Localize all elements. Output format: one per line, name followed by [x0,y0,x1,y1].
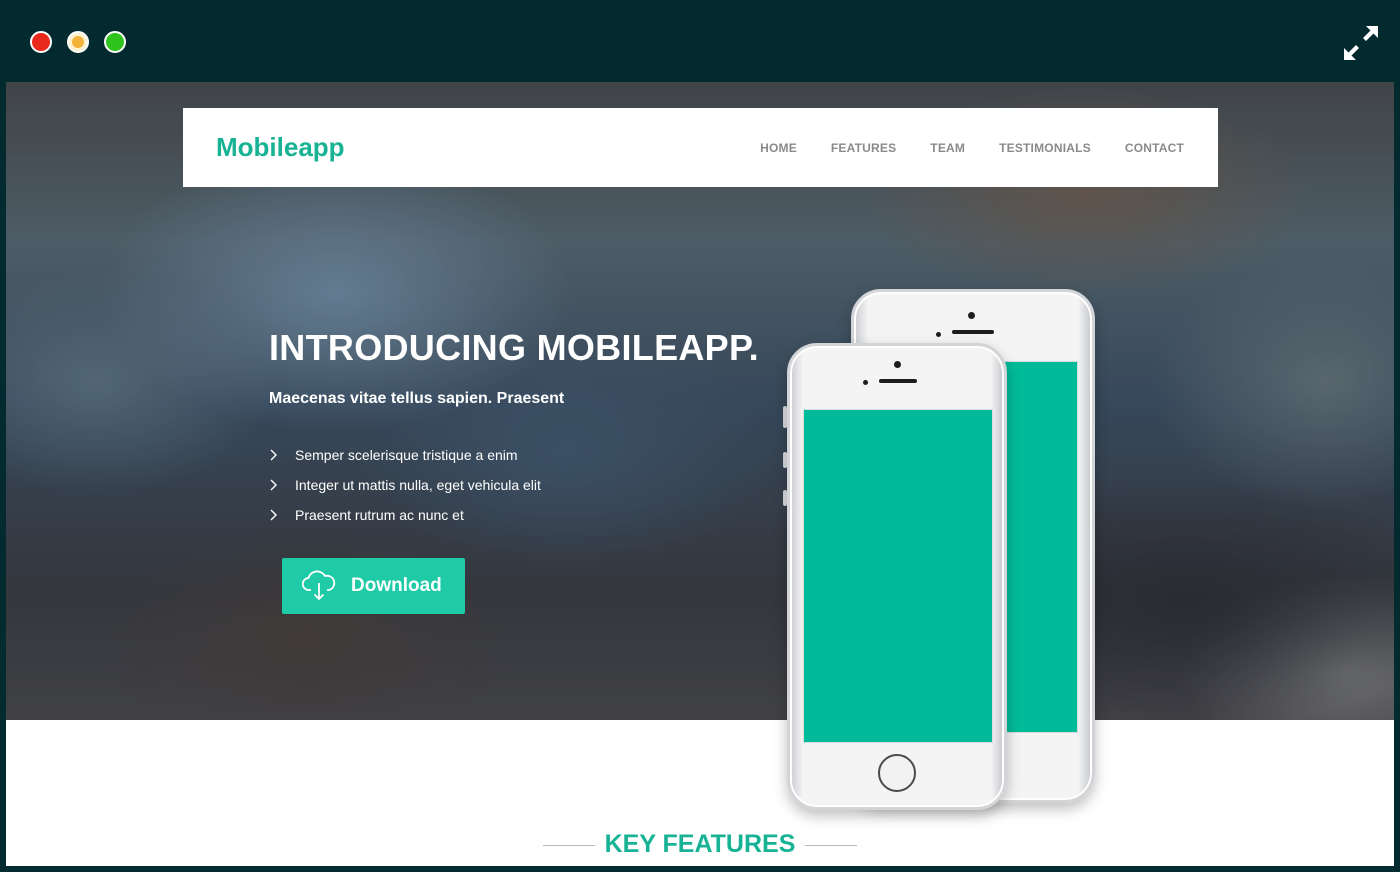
navbar: Mobileapp HOME FEATURES TEAM TESTIMONIAL… [183,108,1218,187]
nav-item-team[interactable]: TEAM [930,141,965,155]
phone-side-button [783,490,787,506]
phone-camera [894,361,901,368]
list-item: Semper scelerisque tristique a enim [269,445,541,475]
divider-right [805,845,857,846]
chevron-right-icon [270,509,277,521]
window-titlebar [0,0,1400,82]
nav-item-features[interactable]: FEATURES [831,141,896,155]
hero-subtitle: Maecenas vitae tellus sapien. Praesent [269,390,565,407]
section-title: KEY FEATURES [604,830,796,858]
nav-item-home[interactable]: HOME [760,141,797,155]
site-logo[interactable]: Mobileapp [216,132,345,163]
nav-item-contact[interactable]: CONTACT [1125,141,1184,155]
close-window-button[interactable] [30,31,52,53]
phone-screen [803,409,993,743]
chevron-right-icon [270,449,277,461]
phone-sensor [936,332,941,337]
phone-side-button [783,452,787,468]
list-item: Integer ut mattis nulla, eget vehicula e… [269,475,541,505]
cloud-download-icon [302,570,336,601]
feature-text: Semper scelerisque tristique a enim [295,447,518,463]
maximize-window-button[interactable] [104,31,126,53]
nav-item-testimonials[interactable]: TESTIMONIALS [999,141,1091,155]
phone-speaker [879,379,917,383]
phone-mockup-front [783,343,1007,810]
hero-title: INTRODUCING MOBILEAPP. [269,327,759,368]
phone-side-button [783,406,787,428]
download-button[interactable]: Download [282,558,465,614]
phone-camera [968,312,975,319]
phone-home-button [878,754,916,792]
phone-sensor [863,380,868,385]
expand-icon[interactable] [1344,26,1378,60]
minimize-window-button[interactable] [67,31,89,53]
feature-text: Praesent rutrum ac nunc et [295,507,464,523]
hero-feature-list: Semper scelerisque tristique a enim Inte… [269,445,541,535]
phone-speaker [952,330,994,334]
list-item: Praesent rutrum ac nunc et [269,505,541,535]
main-nav: HOME FEATURES TEAM TESTIMONIALS CONTACT [760,108,1218,187]
chevron-right-icon [270,479,277,491]
download-label: Download [351,575,442,596]
hero-section: Mobileapp HOME FEATURES TEAM TESTIMONIAL… [6,82,1394,720]
browser-viewport: Mobileapp HOME FEATURES TEAM TESTIMONIAL… [6,82,1394,866]
feature-text: Integer ut mattis nulla, eget vehicula e… [295,477,541,493]
